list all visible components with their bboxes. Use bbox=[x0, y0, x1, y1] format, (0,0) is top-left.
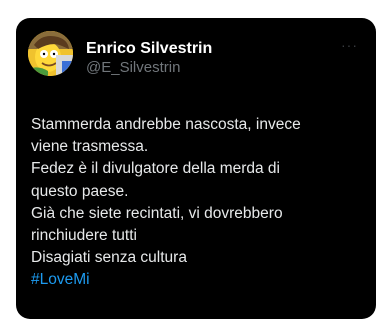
tweet-text-line: Disagiati senza cultura bbox=[31, 249, 187, 267]
tweet-text-line: viene trasmessa. bbox=[31, 138, 149, 156]
tweet-text-line: questo paese. bbox=[31, 182, 129, 200]
tweet-text-line: Fedez è il divulgatore della merda di bbox=[31, 160, 280, 178]
tweet-text-line: Stammerda andrebbe nascosta, invece bbox=[31, 116, 301, 133]
cartoon-avatar-icon[interactable] bbox=[28, 31, 73, 76]
author-display-name[interactable]: Enrico Silvestrin bbox=[86, 39, 212, 58]
hashtag-link[interactable]: #LoveMi bbox=[31, 269, 369, 291]
tweet-card[interactable]: Enrico Silvestrin @E_Silvestrin ··· Stam… bbox=[16, 18, 376, 319]
author-handle[interactable]: @E_Silvestrin bbox=[86, 59, 180, 77]
tweet-text: Stammerda andrebbe nascosta, invece vien… bbox=[31, 114, 369, 292]
tweet-text-line: rinchiudere tutti bbox=[31, 227, 137, 245]
tweet-text-line: Già che siete recintati, vi dovrebbero bbox=[31, 204, 283, 222]
more-options-icon[interactable]: ··· bbox=[341, 38, 358, 52]
